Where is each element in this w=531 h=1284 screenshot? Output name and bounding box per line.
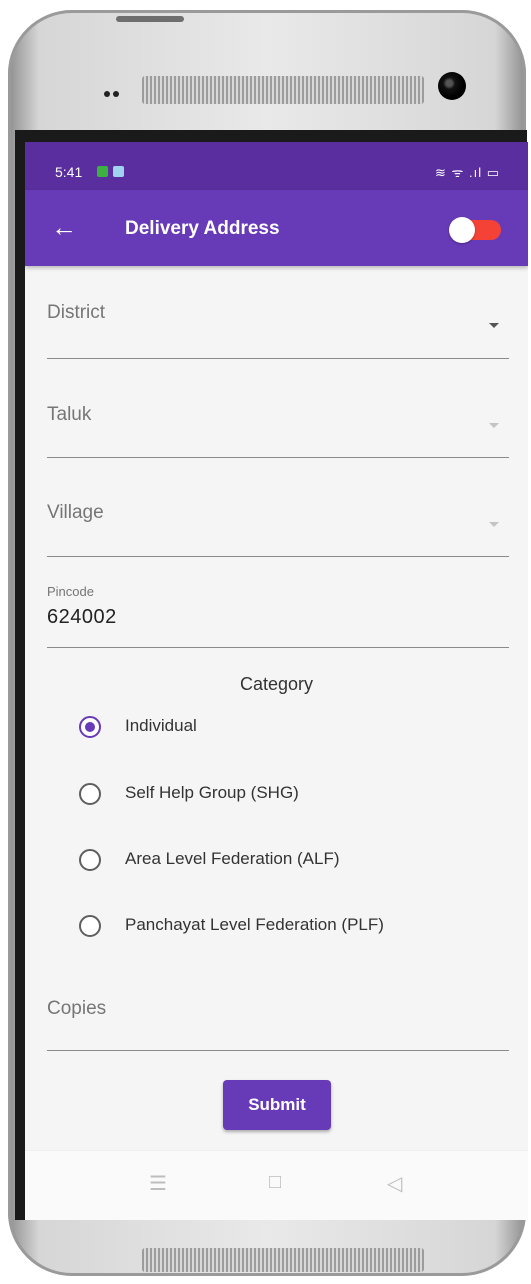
status-bar: 5:41 ≋ ᯤ .ıl ▭ — [25, 142, 528, 190]
radio-unselected-icon[interactable] — [79, 849, 101, 871]
radio-selected-icon[interactable] — [79, 716, 101, 738]
radio-unselected-icon[interactable] — [79, 915, 101, 937]
copies-label: Copies — [47, 998, 107, 1019]
pincode-field[interactable]: Pincode 624002 — [47, 584, 509, 648]
back-arrow-icon[interactable]: ← — [51, 214, 77, 240]
menu-icon[interactable]: ☰ — [149, 1171, 167, 1196]
top-speaker-grille — [142, 76, 424, 104]
app-bar: ← Delivery Address — [25, 190, 528, 266]
toggle-knob[interactable] — [449, 217, 475, 243]
district-dropdown[interactable]: District — [47, 286, 509, 359]
notification-icon — [97, 166, 108, 177]
radio-label: Panchayat Level Federation (PLF) — [125, 915, 384, 934]
chevron-down-icon — [489, 423, 499, 428]
address-toggle[interactable] — [449, 217, 501, 243]
radio-label: Self Help Group (SHG) — [125, 783, 299, 802]
radio-label: Area Level Federation (ALF) — [125, 849, 340, 868]
chevron-down-icon — [489, 323, 499, 328]
home-icon[interactable]: □ — [269, 1171, 281, 1194]
power-button — [116, 16, 184, 22]
taluk-label: Taluk — [47, 404, 92, 425]
sensor-dots — [104, 84, 122, 102]
front-camera — [438, 72, 466, 100]
village-dropdown[interactable]: Village — [47, 480, 509, 557]
status-time: 5:41 — [55, 164, 83, 180]
system-nav-bar: ☰ □ ◁ — [25, 1150, 528, 1220]
district-label: District — [47, 302, 106, 323]
signal-battery-icon: ≋ ᯤ .ıl ▭ — [435, 165, 500, 180]
radio-label: Individual — [125, 716, 197, 735]
bottom-speaker-grille — [142, 1248, 424, 1272]
notification-icons — [97, 164, 129, 182]
category-title: Category — [239, 674, 314, 694]
copies-field[interactable]: Copies — [47, 982, 509, 1051]
pincode-value: 624002 — [47, 606, 117, 628]
app-screen: 5:41 ≋ ᯤ .ıl ▭ ← Delivery Address Distri… — [25, 142, 528, 1220]
page-title: Delivery Address — [125, 218, 280, 239]
submit-button[interactable]: Submit — [223, 1080, 331, 1130]
back-icon[interactable]: ◁ — [387, 1171, 402, 1196]
gallery-icon — [113, 166, 124, 177]
chevron-down-icon — [489, 522, 499, 527]
radio-unselected-icon[interactable] — [79, 783, 101, 805]
taluk-dropdown[interactable]: Taluk — [47, 382, 509, 458]
village-label: Village — [47, 502, 104, 523]
pincode-label: Pincode — [47, 584, 94, 599]
